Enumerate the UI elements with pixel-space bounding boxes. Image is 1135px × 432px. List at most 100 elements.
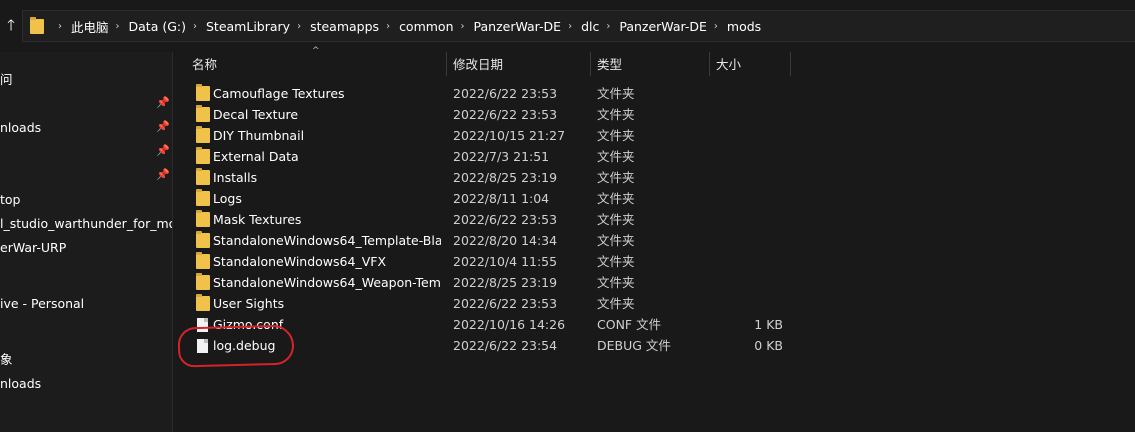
breadcrumb-item[interactable]: 此电脑 [71,17,109,36]
file-row[interactable]: Camouflage Textures 2022/6/22 23:53 文件夹 [184,83,984,104]
file-row[interactable]: Decal Texture 2022/6/22 23:53 文件夹 [184,104,984,125]
nav-item[interactable]: 象 [0,350,13,370]
file-type: 文件夹 [597,254,635,269]
file-type: DEBUG 文件 [597,338,671,353]
file-name: External Data [213,149,299,164]
file-date: 2022/10/16 14:26 [453,317,566,332]
up-arrow-icon[interactable]: 🡑 [3,15,19,35]
file-name: StandaloneWindows64_VFX [213,254,387,269]
file-row[interactable]: External Data 2022/7/3 21:51 文件夹 [184,146,984,167]
breadcrumb-item[interactable]: Data (G:) [129,19,186,34]
chevron-right-icon[interactable]: › [461,21,465,32]
chevron-right-icon[interactable]: › [714,21,718,32]
file-name: Mask Textures [213,212,302,227]
file-date: 2022/10/15 21:27 [453,128,566,143]
column-header-type[interactable]: 类型 [597,54,709,78]
file-type: 文件夹 [597,86,635,101]
file-type: 文件夹 [597,275,635,290]
file-row[interactable]: Logs 2022/8/11 1:04 文件夹 [184,188,984,209]
breadcrumb-item[interactable]: common [399,19,453,34]
pin-icon: 📌 [156,120,170,133]
breadcrumb-item[interactable]: PanzerWar-DE [619,19,707,34]
file-date: 2022/8/20 14:34 [453,233,558,248]
folder-icon [196,252,210,269]
nav-item[interactable]: nloads [0,118,41,138]
address-bar-area: 🡑 › 此电脑 › Data (G:) › SteamLibrary › steamapps ›… [0,0,1135,52]
chevron-right-icon[interactable]: › [606,21,610,32]
file-date: 2022/6/22 23:53 [453,296,558,311]
breadcrumb-item[interactable]: mods [727,19,761,34]
nav-item[interactable]: top [0,190,20,210]
chevron-right-icon[interactable]: › [568,21,572,32]
folder-icon [196,231,210,248]
folder-icon [196,294,210,311]
file-row[interactable]: DIY Thumbnail 2022/10/15 21:27 文件夹 [184,125,984,146]
file-row[interactable]: StandaloneWindows64_Weapon-Tem... 2022/8/… [184,272,984,293]
nav-item[interactable]: 问 [0,70,13,90]
folder-icon [196,105,210,122]
file-type: 文件夹 [597,128,635,143]
file-size [712,125,783,146]
file-size [712,167,783,188]
file-row[interactable]: StandaloneWindows64_VFX 2022/10/4 11:55 文件… [184,251,984,272]
file-size [712,83,783,104]
column-divider[interactable] [709,52,710,76]
file-row[interactable]: StandaloneWindows64_Template-Bla... 2022/… [184,230,984,251]
file-date: 2022/6/22 23:53 [453,212,558,227]
column-header-date[interactable]: 修改日期 [453,54,590,78]
file-type: 文件夹 [597,107,635,122]
chevron-right-icon[interactable]: › [116,21,120,32]
address-bar[interactable]: › 此电脑 › Data (G:) › SteamLibrary › steamapps › co… [22,10,1135,42]
file-size [712,251,783,272]
navigation-pane: 📌 📌 📌 📌 问 nloads top l_studio_warthunder_fo… [0,52,173,432]
file-size [712,146,783,167]
file-name: User Sights [213,296,285,311]
file-date: 2022/6/22 23:54 [453,338,558,353]
file-type: 文件夹 [597,170,635,185]
breadcrumb: › 此电脑 › Data (G:) › SteamLibrary › steamapps › co… [51,11,761,41]
column-header-name[interactable]: 名称 [192,54,446,78]
file-size [712,230,783,251]
nav-item[interactable]: erWar-URP [0,238,66,258]
file-date: 2022/8/25 23:19 [453,170,558,185]
file-type: 文件夹 [597,296,635,311]
column-divider[interactable] [790,52,791,76]
red-annotation-circle [177,324,295,368]
breadcrumb-item[interactable]: steamapps [310,19,379,34]
folder-icon [196,147,210,164]
column-divider[interactable] [590,52,591,76]
file-date: 2022/8/11 1:04 [453,191,550,206]
file-row[interactable]: Gizmo.conf 2022/10/16 14:26 CONF 文件 1 KB [184,314,984,335]
chevron-right-icon[interactable]: › [386,21,390,32]
file-name: Camouflage Textures [213,86,345,101]
chevron-right-icon[interactable]: › [193,21,197,32]
file-size [712,188,783,209]
file-row[interactable]: log.debug 2022/6/22 23:54 DEBUG 文件 0 KB [184,335,984,356]
file-row[interactable]: User Sights 2022/6/22 23:53 文件夹 [184,293,984,314]
file-date: 2022/10/4 11:55 [453,254,558,269]
breadcrumb-item[interactable]: SteamLibrary [206,19,290,34]
file-size [712,293,783,314]
column-header-size[interactable]: 大小 [716,54,790,78]
folder-icon [196,210,210,227]
file-name: Installs [213,170,258,185]
breadcrumb-item[interactable]: PanzerWar-DE [474,19,562,34]
file-date: 2022/6/22 23:53 [453,107,558,122]
folder-icon [196,168,210,185]
folder-icon [30,17,44,34]
chevron-right-icon[interactable]: › [297,21,301,32]
nav-item[interactable]: l_studio_warthunder_for_modder [0,214,172,234]
chevron-right-icon[interactable]: › [58,21,62,32]
file-date: 2022/6/22 23:53 [453,86,558,101]
file-date: 2022/7/3 21:51 [453,149,550,164]
file-row[interactable]: Installs 2022/8/25 23:19 文件夹 [184,167,984,188]
file-name: DIY Thumbnail [213,128,305,143]
column-divider[interactable] [446,52,447,76]
file-name: Decal Texture [213,107,299,122]
breadcrumb-item[interactable]: dlc [581,19,599,34]
file-row[interactable]: Mask Textures 2022/6/22 23:53 文件夹 [184,209,984,230]
file-name: StandaloneWindows64_Template-Bla... [213,233,441,248]
nav-item[interactable]: ive - Personal [0,294,84,314]
nav-item[interactable]: nloads [0,374,41,394]
folder-icon [196,84,210,101]
